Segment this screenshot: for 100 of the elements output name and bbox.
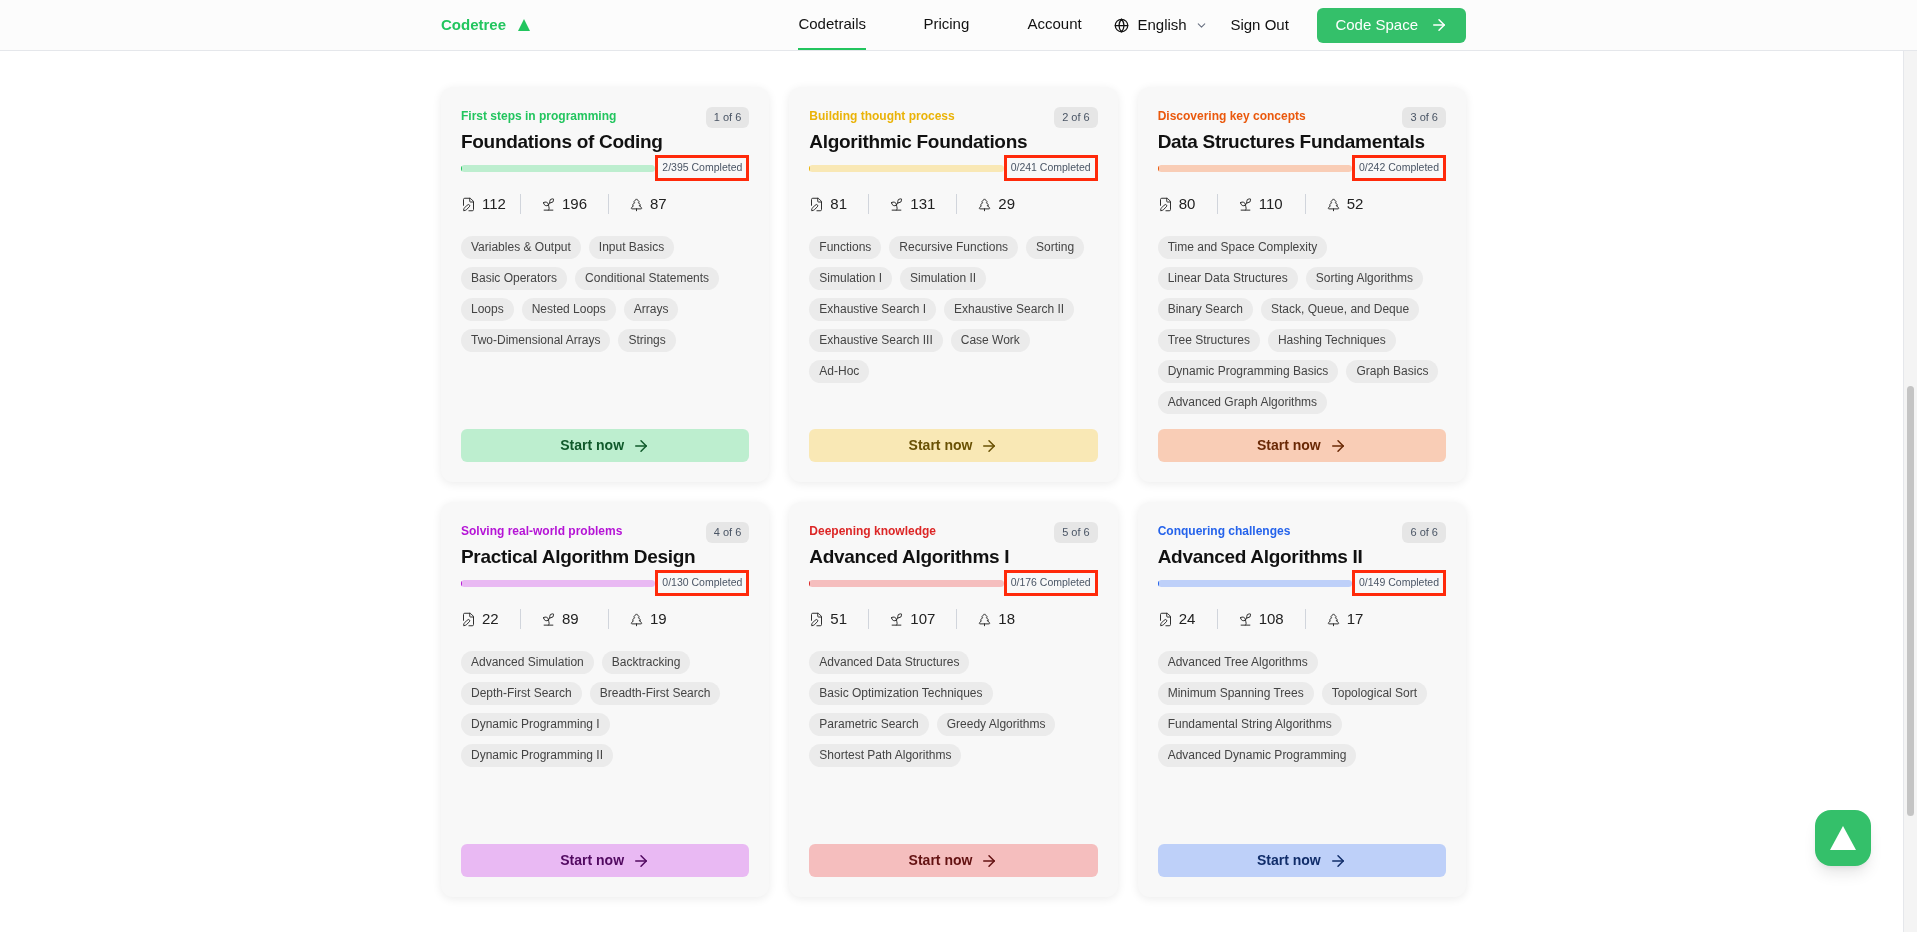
- stat-count: 17: [1346, 609, 1364, 629]
- nav-link[interactable]: Pricing: [923, 0, 970, 50]
- topic-tag: Dynamic Programming II: [461, 743, 614, 767]
- topic-tag: Nested Loops: [521, 297, 616, 321]
- notebook-pen-icon: [1157, 196, 1173, 212]
- course-category: Solving real-world problems: [461, 523, 623, 540]
- stat-count: 107: [910, 609, 936, 629]
- start-now-button[interactable]: Start now: [809, 844, 1098, 877]
- nav-link[interactable]: Account: [1027, 0, 1082, 50]
- floating-app-button[interactable]: [1815, 810, 1871, 866]
- stat-count: 22: [482, 609, 499, 629]
- start-now-button[interactable]: Start now: [809, 429, 1098, 462]
- topic-tag: Strings: [618, 328, 676, 352]
- stat-count: 29: [998, 194, 1015, 214]
- course-category: First steps in programming: [461, 108, 617, 125]
- topic-tag: Ad-Hoc: [809, 359, 870, 383]
- topic-tag: Breadth-First Search: [589, 681, 721, 705]
- topic-tag: Stack, Queue, and Deque: [1261, 297, 1420, 321]
- language-selector[interactable]: English: [1114, 13, 1231, 37]
- topic-tag: Basic Optimization Techniques: [809, 681, 993, 705]
- stat-count: 89: [562, 609, 579, 629]
- topic-tag: Exhaustive Search II: [944, 297, 1075, 321]
- topic-tag: Functions: [809, 235, 882, 259]
- stat-count: 18: [998, 609, 1015, 629]
- completed-count: 0/242 Completed: [1352, 155, 1446, 181]
- topic-tag: Simulation II: [900, 266, 987, 290]
- sprout-icon: [541, 196, 556, 212]
- topic-tag: Variables & Output: [461, 235, 581, 259]
- topic-tag: Dynamic Programming Basics: [1157, 359, 1339, 383]
- start-now-button[interactable]: Start now: [1157, 844, 1446, 877]
- topic-tag: Advanced Data Structures: [809, 650, 970, 674]
- tree-icon: [977, 611, 993, 627]
- stat-count: 110: [1258, 194, 1283, 214]
- course-title: Advanced Algorithms I: [809, 544, 1011, 569]
- topic-tag: Minimum Spanning Trees: [1157, 681, 1314, 705]
- arrow-right-icon: [1430, 16, 1448, 34]
- topic-tag: Loops: [461, 297, 514, 321]
- course-title: Advanced Algorithms II: [1157, 544, 1364, 569]
- stat-count: 52: [1346, 194, 1364, 214]
- step-badge: 6 of 6: [1402, 522, 1446, 543]
- sprout-icon: [889, 611, 905, 627]
- start-now-button[interactable]: Start now: [461, 429, 750, 462]
- notebook-pen-icon: [461, 196, 476, 212]
- stat-count: 19: [650, 609, 667, 629]
- sprout-icon: [1237, 611, 1253, 627]
- stat-count: 131: [910, 194, 936, 214]
- sprout-icon: [889, 196, 905, 212]
- topic-tag: Depth-First Search: [461, 681, 582, 705]
- topic-tag: Advanced Dynamic Programming: [1157, 743, 1357, 767]
- stat-count: 51: [830, 609, 847, 629]
- topic-tag: Greedy Algorithms: [936, 712, 1056, 736]
- course-title: Data Structures Fundamentals: [1157, 129, 1426, 154]
- sprout-icon: [541, 611, 556, 627]
- notebook-pen-icon: [1157, 611, 1173, 627]
- topic-tag: Hashing Techniques: [1267, 328, 1396, 352]
- topic-tag: Arrays: [623, 297, 679, 321]
- step-badge: 2 of 6: [1054, 107, 1098, 128]
- stat-count: 108: [1258, 609, 1284, 629]
- start-now-button[interactable]: Start now: [1157, 429, 1446, 462]
- topic-tag: Input Basics: [588, 235, 675, 259]
- topic-tag: Binary Search: [1157, 297, 1254, 321]
- tree-icon: [629, 611, 644, 627]
- globe-icon: [1114, 17, 1130, 33]
- nav-link[interactable]: Codetrails: [798, 0, 866, 50]
- topic-tag: Case Work: [950, 328, 1030, 352]
- course-category: Deepening knowledge: [809, 523, 936, 540]
- topic-tag: Advanced Graph Algorithms: [1157, 390, 1328, 414]
- tree-icon: [1325, 611, 1341, 627]
- course-title: Foundations of Coding: [461, 129, 664, 154]
- stat-count: 24: [1178, 609, 1196, 629]
- course-category: Discovering key concepts: [1157, 108, 1306, 125]
- completed-count: 0/130 Completed: [655, 570, 750, 596]
- step-badge: 5 of 6: [1054, 522, 1098, 543]
- course-category: Conquering challenges: [1157, 523, 1291, 540]
- topic-tag: Fundamental String Algorithms: [1157, 712, 1342, 736]
- topic-tag: Recursive Functions: [889, 235, 1019, 259]
- notebook-pen-icon: [809, 196, 825, 212]
- notebook-pen-icon: [461, 611, 476, 627]
- sign-out-link[interactable]: Sign Out: [1230, 15, 1289, 33]
- topic-tag: Two-Dimensional Arrays: [461, 328, 611, 352]
- stat-count: 196: [562, 194, 588, 214]
- topic-tag: Exhaustive Search I: [809, 297, 937, 321]
- completed-count: 0/176 Completed: [1003, 570, 1098, 596]
- course-title: Practical Algorithm Design: [461, 544, 697, 569]
- topic-tag: Conditional Statements: [575, 266, 720, 290]
- start-now-button[interactable]: Start now: [461, 844, 750, 877]
- completed-count: 0/149 Completed: [1352, 570, 1446, 596]
- course-title: Algorithmic Foundations: [809, 129, 1029, 154]
- notebook-pen-icon: [809, 611, 825, 627]
- stat-count: 80: [1178, 194, 1196, 214]
- topic-tag: Exhaustive Search III: [809, 328, 943, 352]
- topic-tag: Time and Space Complexity: [1157, 235, 1328, 259]
- topic-tag: Backtracking: [601, 650, 691, 674]
- topic-tag: Parametric Search: [809, 712, 929, 736]
- stat-count: 81: [830, 194, 847, 214]
- topic-tag: Simulation I: [809, 266, 893, 290]
- topic-tag: Linear Data Structures: [1157, 266, 1298, 290]
- topic-tag: Topological Sort: [1321, 681, 1428, 705]
- step-badge: 4 of 6: [705, 522, 750, 543]
- tree-icon: [629, 196, 644, 212]
